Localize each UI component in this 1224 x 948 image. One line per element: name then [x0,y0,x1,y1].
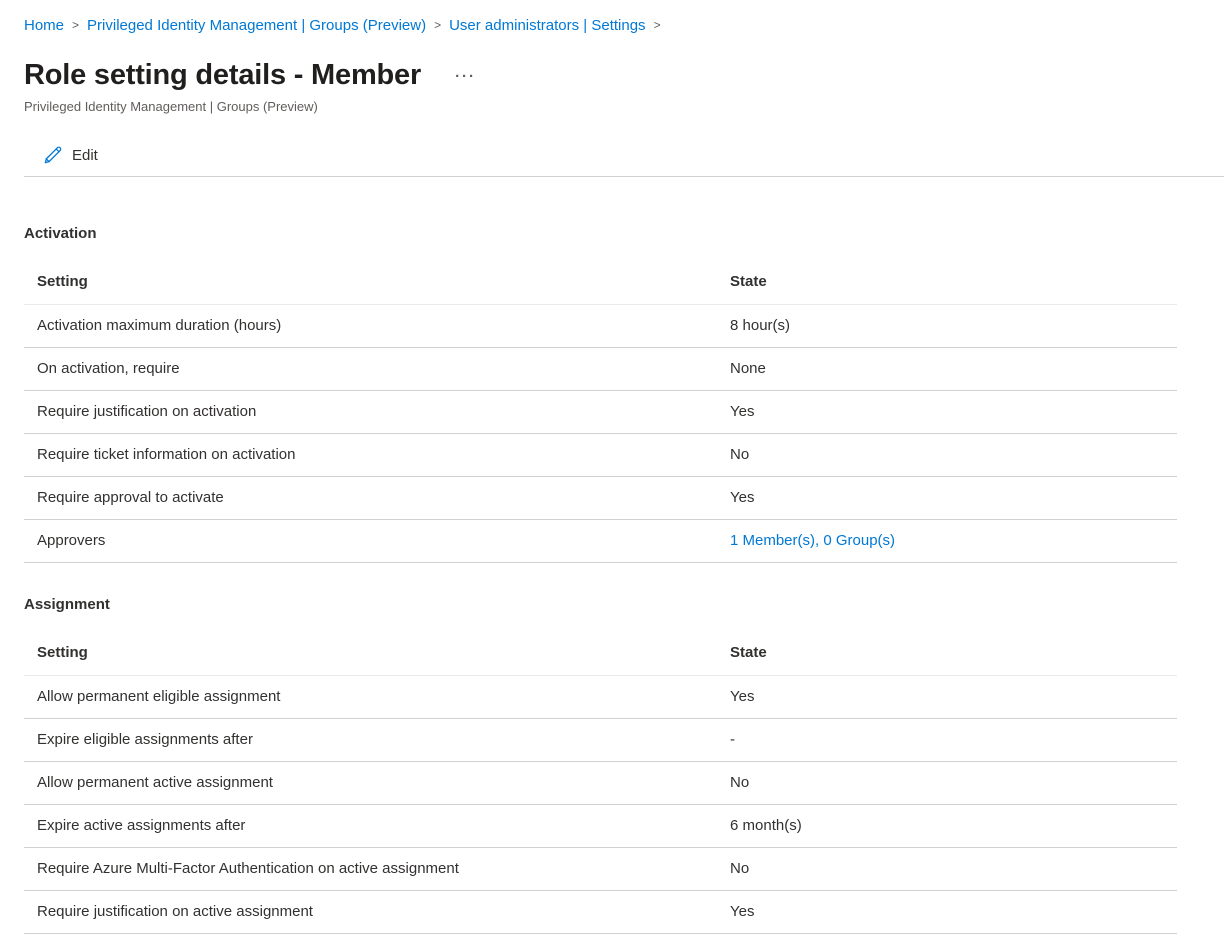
pencil-icon [43,146,62,165]
state-cell: Yes [730,891,1177,934]
table-row: Require Azure Multi-Factor Authenticatio… [24,848,1177,891]
breadcrumb-item-pim-groups[interactable]: Privileged Identity Management | Groups … [87,17,426,34]
breadcrumb: Home > Privileged Identity Management | Gr… [0,0,1224,36]
setting-cell: Activation maximum duration (hours) [24,305,730,348]
table-header-row: Setting State [24,615,1177,676]
table-row: Allow permanent active assignment No [24,762,1177,805]
state-cell: - [730,719,1177,762]
setting-cell: Require ticket information on activation [24,434,730,477]
assignment-section-heading: Assignment [24,595,1200,615]
state-cell: No [730,848,1177,891]
table-row: Approvers 1 Member(s), 0 Group(s) [24,520,1177,563]
table-row: Allow permanent eligible assignment Yes [24,676,1177,719]
breadcrumb-separator-icon: > [434,18,441,32]
breadcrumb-item-home[interactable]: Home [24,17,64,34]
table-row: Activation maximum duration (hours) 8 ho… [24,305,1177,348]
table-row: Require approval to activate Yes [24,477,1177,520]
state-cell: Yes [730,676,1177,719]
activation-section-heading: Activation [24,224,1200,244]
table-row: Require justification on activation Yes [24,391,1177,434]
toolbar: Edit [24,135,1224,177]
table-row: Expire eligible assignments after - [24,719,1177,762]
setting-cell: Expire eligible assignments after [24,719,730,762]
state-cell: None [730,348,1177,391]
table-row: Require justification on active assignme… [24,891,1177,934]
edit-button[interactable]: Edit [37,142,104,169]
role-setting-details-page: Home > Privileged Identity Management | Gr… [0,0,1224,934]
setting-cell: Require approval to activate [24,477,730,520]
state-cell: Yes [730,391,1177,434]
state-cell: No [730,762,1177,805]
assignment-settings-table: Setting State Allow permanent eligible a… [24,615,1177,934]
approvers-link[interactable]: 1 Member(s), 0 Group(s) [730,532,895,549]
activation-section: Activation Setting State Activation maxi… [0,224,1224,563]
state-cell: 1 Member(s), 0 Group(s) [730,520,1177,563]
state-cell: No [730,434,1177,477]
table-row: Expire active assignments after 6 month(… [24,805,1177,848]
table-row: Require ticket information on activation… [24,434,1177,477]
column-header-state: State [730,615,1177,676]
column-header-setting: Setting [24,244,730,305]
state-cell: 6 month(s) [730,805,1177,848]
page-subtitle: Privileged Identity Management | Groups … [24,99,1200,115]
setting-cell: Allow permanent active assignment [24,762,730,805]
setting-cell: Require Azure Multi-Factor Authenticatio… [24,848,730,891]
setting-cell: Expire active assignments after [24,805,730,848]
edit-button-label: Edit [72,147,98,164]
breadcrumb-separator-icon: > [72,18,79,32]
page-title: Role setting details - Member [24,58,421,92]
assignment-section: Assignment Setting State Allow permanent… [0,595,1224,934]
state-cell: 8 hour(s) [730,305,1177,348]
breadcrumb-separator-icon: > [654,18,661,32]
setting-cell: On activation, require [24,348,730,391]
table-header-row: Setting State [24,244,1177,305]
activation-settings-table: Setting State Activation maximum duratio… [24,244,1177,563]
state-cell: Yes [730,477,1177,520]
setting-cell: Approvers [24,520,730,563]
more-options-button[interactable]: ··· [451,66,480,87]
title-row: Role setting details - Member ··· [24,58,1200,92]
setting-cell: Allow permanent eligible assignment [24,676,730,719]
setting-cell: Require justification on active assignme… [24,891,730,934]
column-header-state: State [730,244,1177,305]
table-row: On activation, require None [24,348,1177,391]
breadcrumb-item-user-administrators-settings[interactable]: User administrators | Settings [449,17,645,34]
column-header-setting: Setting [24,615,730,676]
setting-cell: Require justification on activation [24,391,730,434]
